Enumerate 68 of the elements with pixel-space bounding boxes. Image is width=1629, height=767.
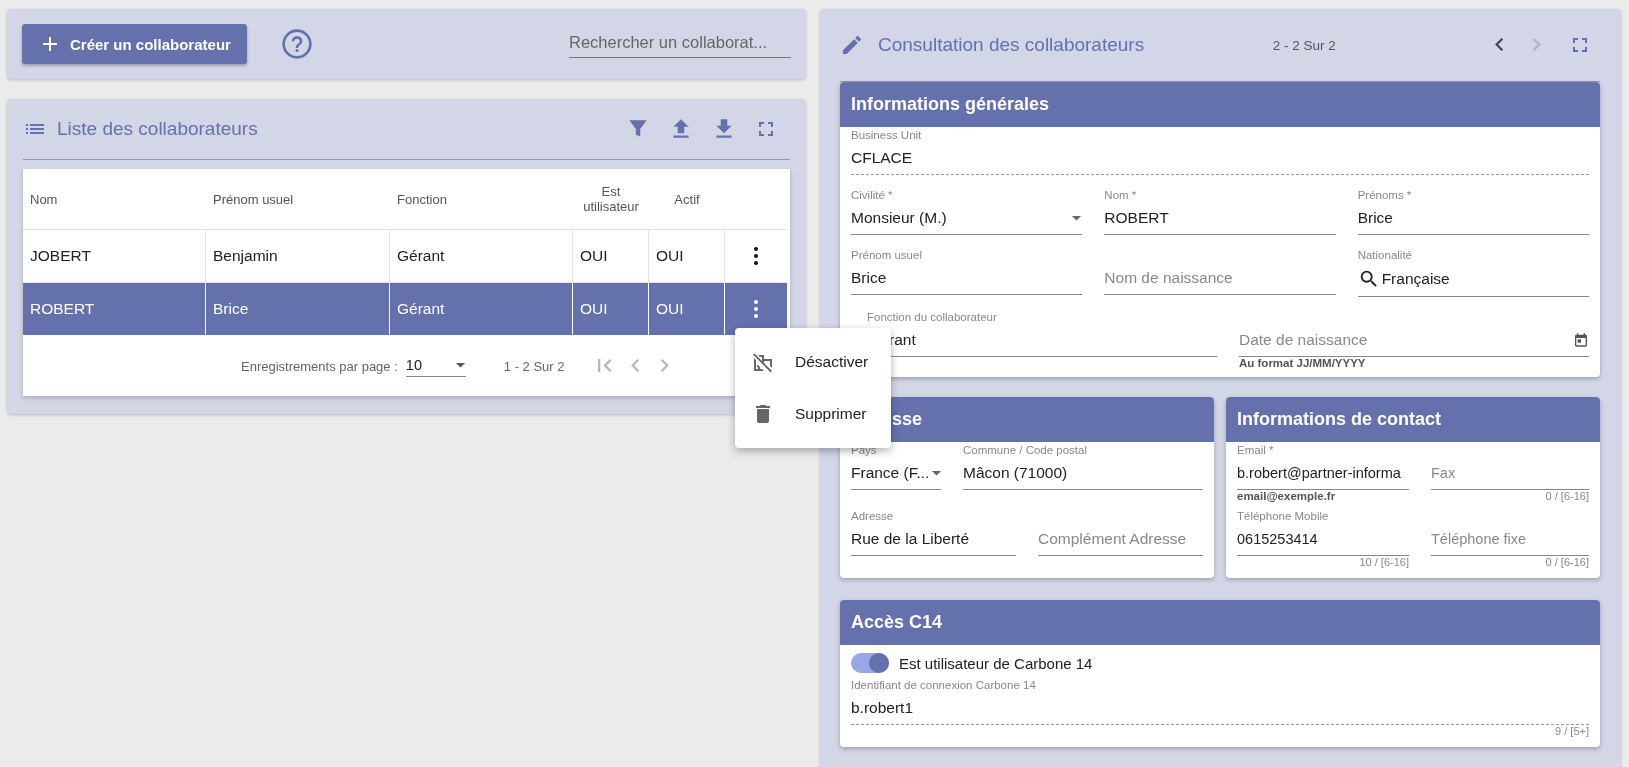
search-field[interactable]: Française [1357,264,1589,297]
search-field[interactable]: Rechercher un collaborat... [569,30,791,58]
field-label: Fonction du collaborateur [867,311,997,323]
text-field[interactable]: b.robert@partner-informa [1237,459,1409,490]
text-field[interactable]: 0615253414 [1237,525,1409,556]
toggle-label: Est utilisateur de Carbone 14 [899,654,1093,672]
text-field[interactable]: Complément Adresse [1038,525,1203,556]
section-title: Accès C14 [851,612,943,633]
field-hint: email@exemple.fr [1237,490,1336,504]
text-field[interactable]: b.robert1 [851,694,1589,725]
text-field[interactable]: Téléphone fixe [1431,525,1589,556]
table-cell[interactable]: ROBERT [23,283,206,336]
column-header[interactable]: Est utilisateur [580,184,642,214]
field-label: Nom * [1104,189,1137,201]
field-label: Commune / Code postal [963,444,1087,456]
create-button[interactable]: Créer un collaborateur [22,24,247,64]
field-label: Téléphone Mobile [1237,510,1329,522]
table-cell[interactable]: OUI [649,283,725,336]
character-counter: 0 / [6-16] [1545,556,1589,570]
text-field[interactable]: CFLACE [851,144,1589,175]
text-field[interactable]: ROBERT [1104,204,1336,235]
caret-icon [454,361,466,369]
record-range: 2 - 2 Sur 2 [1272,37,1336,53]
field-label: Identifiant de connexion Carbone 14 [851,679,1036,691]
section-title: Informations de contact [1237,409,1442,430]
page-size-select[interactable]: 10 [405,355,466,377]
text-field[interactable]: Brice [851,264,1083,295]
page-size-label: Enregistrements par page : [241,358,398,374]
text-field[interactable]: Brice [1357,204,1589,235]
caret-icon [1071,214,1083,222]
text-field[interactable]: Rue de la Liberté [851,525,1016,556]
field-label: Civilité * [851,189,893,201]
table-cell[interactable]: Gérant [390,283,573,336]
field-label: Nationalité [1357,249,1412,261]
character-counter: 0 / [6-16] [1545,490,1589,504]
field-label: Prénom usuel [851,249,922,261]
caret-icon [931,469,943,477]
pencil-icon [840,33,864,57]
text-field[interactable]: Nom de naissance [1104,264,1336,295]
text-field[interactable]: Mâcon (71000) [963,459,1203,490]
table-cell[interactable]: Brice [206,283,390,336]
character-counter: 9 / [5+] [1555,725,1589,739]
date-field[interactable]: Date de naissance [1239,326,1589,357]
column-header[interactable]: Fonction [397,191,447,207]
character-counter: 10 / [6-16] [1359,556,1409,570]
panel-title: Consultation des collaborateurs [878,34,1145,56]
column-header[interactable]: Nom [30,191,58,207]
section-title: sse [892,409,923,430]
calendar-icon [1573,332,1589,348]
column-header[interactable]: Prénom usuel [213,191,294,207]
page-range: 1 - 2 Sur 2 [503,358,565,374]
menu-item[interactable]: Supprimer [735,388,891,440]
more-icon [753,299,759,319]
field-label: Business Unit [851,129,922,141]
field-label: Adresse [851,510,894,522]
table-cell[interactable]: OUI [573,283,649,336]
field-hint: Au format JJ/MM/YYYY [1239,357,1366,371]
help-icon [280,28,313,60]
column-header[interactable]: Actif [674,191,700,207]
more-icon [753,246,759,266]
select-field[interactable]: Monsieur (M.) [851,204,1083,235]
text-field[interactable]: Fax [1431,459,1589,490]
field-label: Email * [1237,444,1274,456]
section-title: Informations générales [851,94,1050,115]
select-field[interactable]: France (F... [851,459,941,490]
panel-title: Liste des collaborateurs [57,118,258,140]
toggle-switch[interactable] [851,653,889,673]
field-label: Prénoms * [1357,189,1412,201]
